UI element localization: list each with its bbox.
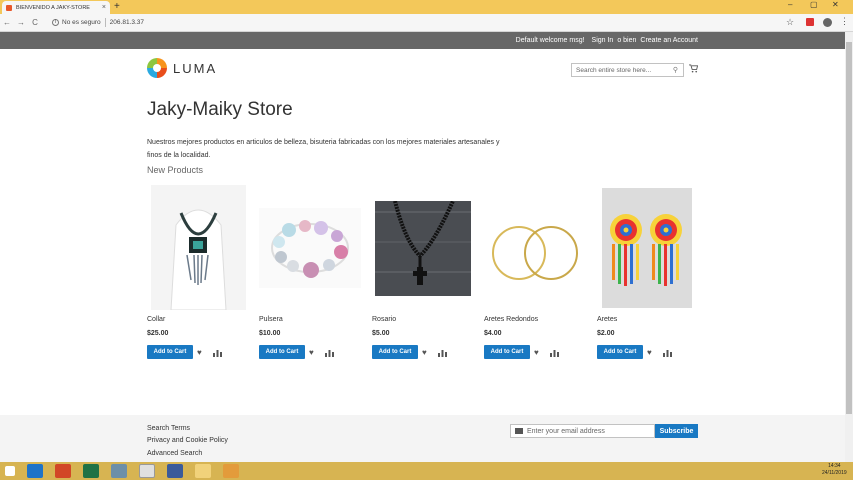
logo-mark-icon [147,58,167,78]
address-divider [104,18,106,27]
add-to-cart-button[interactable]: Add to Cart [484,345,530,359]
file-explorer-icon[interactable] [195,464,211,478]
product-image-bracelet[interactable] [259,208,361,288]
store-description: Nuestros mejores productos en articulos … [147,139,500,159]
compare-icon[interactable] [438,349,447,357]
paint-icon[interactable] [223,464,239,478]
address-bar: ← → C i No es seguro 206.81.3.37 [0,14,853,32]
product-price: $4.00 [484,330,502,337]
compare-icon[interactable] [550,349,559,357]
network-app-icon[interactable] [111,464,127,478]
compare-icon[interactable] [213,349,222,357]
wishlist-heart-icon[interactable]: ♥ [422,348,427,357]
app-icon[interactable] [167,464,183,478]
section-title: New Products [147,165,204,175]
favicon-icon [6,4,12,11]
wishlist-heart-icon[interactable]: ♥ [647,348,652,357]
product-image-beaded-earrings[interactable] [602,188,692,308]
clock-date: 24/11/2019 [822,470,847,476]
window-close-icon[interactable]: ✕ [832,0,839,9]
excel-icon[interactable] [83,464,99,478]
add-to-cart-button[interactable]: Add to Cart [259,345,305,359]
windows-taskbar [0,462,853,480]
url-input[interactable]: 206.81.3.37 [110,19,144,26]
luma-logo[interactable]: LUMA [147,58,217,78]
back-icon[interactable]: ← [0,18,14,27]
subscribe-button[interactable]: Subscribe [655,424,698,438]
add-to-cart-button[interactable]: Add to Cart [147,345,193,359]
product-image-rosary[interactable] [375,201,471,296]
email-placeholder: Enter your email address [527,427,605,435]
page-footer [0,415,845,462]
taskbar-clock[interactable]: 14:34 24/11/2019 [822,463,847,477]
footer-link-privacy[interactable]: Privacy and Cookie Policy [147,437,228,444]
forward-icon[interactable]: → [14,18,28,27]
search-placeholder: Search entire store here... [576,66,652,74]
profile-avatar[interactable] [823,18,832,27]
add-to-cart-button[interactable]: Add to Cart [372,345,418,359]
product-image-hoop-earrings[interactable] [487,222,585,284]
browser-menu-icon[interactable]: ⋮ [840,16,849,27]
store-top-bar: Default welcome msg! Sign In o bien Crea… [0,32,845,49]
browser-tab-strip [0,0,853,14]
bookmark-star-icon[interactable]: ☆ [786,17,794,28]
footer-link-advanced-search[interactable]: Advanced Search [147,450,202,457]
compare-icon[interactable] [663,349,672,357]
envelope-icon [515,428,523,434]
reload-icon[interactable]: C [28,18,42,27]
page-title: Jaky-Maiky Store [147,99,293,120]
scrollbar-thumb[interactable] [846,42,852,414]
product-name[interactable]: Pulsera [259,316,283,323]
product-price: $25.00 [147,330,169,337]
logo-text: LUMA [173,60,218,76]
product-price: $5.00 [372,330,390,337]
product-name[interactable]: Aretes [597,316,617,323]
powerpoint-icon[interactable] [55,464,71,478]
ie-icon[interactable] [27,464,43,478]
page-scrollbar[interactable] [845,32,853,462]
extension-icon[interactable] [806,18,814,26]
windows-start-icon[interactable] [5,466,15,476]
cart-icon[interactable] [689,64,698,73]
welcome-message: Default welcome msg! [515,37,585,44]
sign-in-link[interactable]: Sign In [592,37,614,44]
maximize-icon[interactable]: ▢ [810,0,818,9]
new-tab-button[interactable]: + [114,1,120,12]
product-name[interactable]: Collar [147,316,165,323]
product-image-necklace[interactable] [151,185,246,310]
product-name[interactable]: Rosario [372,316,396,323]
search-icon[interactable]: ⚲ [673,66,678,74]
search-input[interactable]: Search entire store here... ⚲ [571,63,684,77]
product-price: $10.00 [259,330,281,337]
product-price: $2.00 [597,330,615,337]
wishlist-heart-icon[interactable]: ♥ [197,348,202,357]
wishlist-heart-icon[interactable]: ♥ [309,348,314,357]
compare-icon[interactable] [325,349,334,357]
newsletter-email-input[interactable]: Enter your email address [510,424,655,438]
add-to-cart-button[interactable]: Add to Cart [597,345,643,359]
footer-link-search-terms[interactable]: Search Terms [147,425,190,432]
product-name[interactable]: Aretes Redondos [484,316,538,323]
browser-tab[interactable]: BIENVENIDO A JAKY-STORE × [2,1,110,14]
security-status[interactable]: No es seguro [62,19,101,26]
clock-time: 14:34 [828,463,841,469]
tab-close-icon[interactable]: × [102,4,106,11]
wishlist-heart-icon[interactable]: ♥ [534,348,539,357]
minimize-icon[interactable]: – [788,0,792,9]
create-account-link[interactable]: Create an Account [640,37,698,44]
or-text: o bien [617,37,637,44]
tab-title: BIENVENIDO A JAKY-STORE [16,4,90,11]
chrome-icon[interactable] [139,464,155,478]
info-icon[interactable]: i [52,19,59,26]
